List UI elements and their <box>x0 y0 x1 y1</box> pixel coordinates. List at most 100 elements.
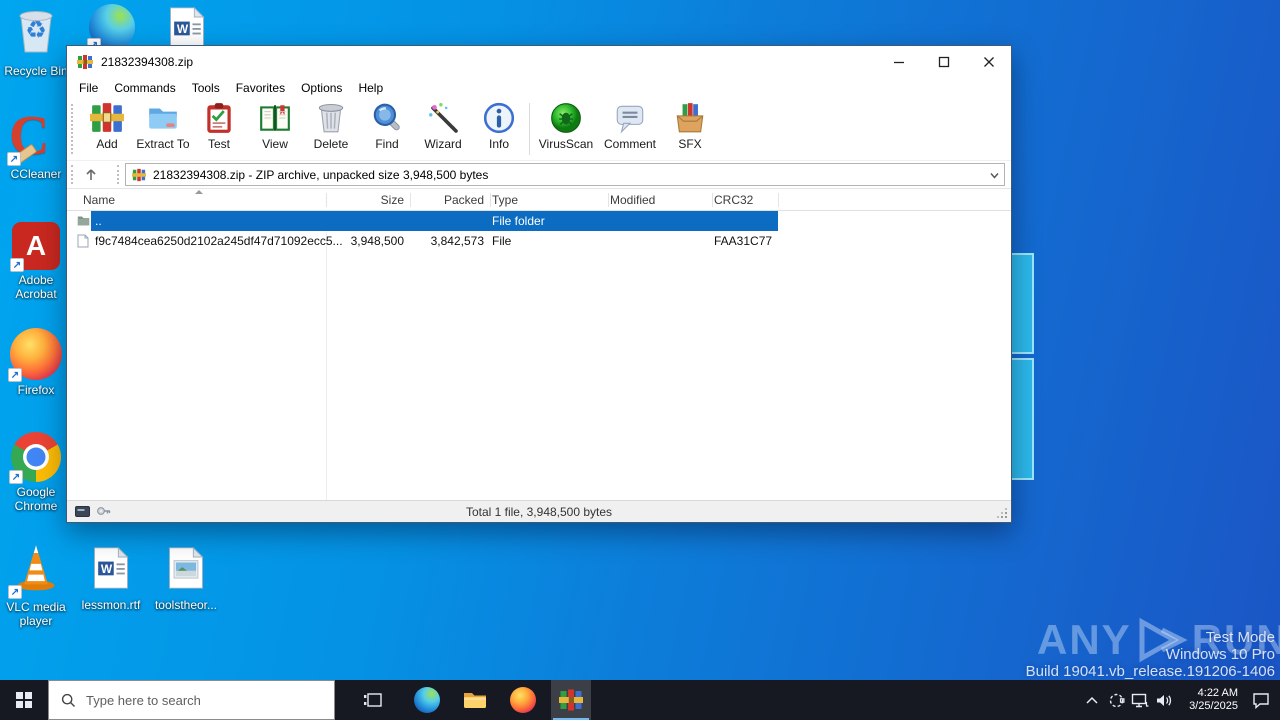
address-grab-handle[interactable] <box>71 165 73 184</box>
taskbar-file-explorer[interactable] <box>455 680 495 720</box>
column-header-type[interactable]: Type <box>492 193 518 207</box>
edge-icon <box>414 687 440 713</box>
comment-button[interactable]: Comment <box>598 101 662 151</box>
tray-chevron-up[interactable] <box>1080 680 1104 720</box>
close-button[interactable] <box>966 46 1011 78</box>
menu-commands[interactable]: Commands <box>106 81 183 95</box>
shortcut-arrow-icon: ↗ <box>9 470 23 484</box>
desktop-icon-firefox[interactable]: ↗ Firefox <box>4 328 68 397</box>
menu-options[interactable]: Options <box>293 81 350 95</box>
svg-text:W: W <box>177 22 189 36</box>
image-file-icon <box>167 546 205 595</box>
watermark-os: Windows 10 Pro <box>1165 646 1275 663</box>
desktop-icon-label: lessmon.rtf <box>81 598 141 612</box>
search-placeholder: Type here to search <box>86 692 201 708</box>
desktop-icon-edge[interactable]: ↗ <box>80 4 144 52</box>
desktop-icon-label: Google Chrome <box>14 485 58 513</box>
menu-help[interactable]: Help <box>350 81 391 95</box>
test-button[interactable]: Test <box>191 101 247 151</box>
chrome-icon: ↗ <box>9 432 61 484</box>
shortcut-arrow-icon: ↗ <box>8 585 22 599</box>
vlc-icon: ↗ <box>8 540 62 599</box>
virusscan-icon <box>551 103 581 133</box>
address-text: 21832394308.zip - ZIP archive, unpacked … <box>153 167 489 182</box>
menu-favorites[interactable]: Favorites <box>228 81 293 95</box>
window-title: 21832394308.zip <box>101 55 194 69</box>
firefox-icon: ↗ <box>8 328 62 382</box>
find-magnifier-icon <box>373 103 400 131</box>
taskbar-firefox[interactable] <box>503 680 543 720</box>
title-bar[interactable]: 21832394308.zip <box>67 46 1011 78</box>
column-header-packed[interactable]: Packed <box>410 193 484 207</box>
tray-app-icon[interactable] <box>1104 680 1128 720</box>
view-book-icon <box>260 105 290 131</box>
up-directory-button[interactable] <box>77 163 105 186</box>
winrar-window: 21832394308.zip File Commands Tools Favo… <box>66 45 1012 523</box>
minimize-button[interactable] <box>876 46 921 78</box>
sfx-button[interactable]: SFX <box>662 101 718 151</box>
resize-grip[interactable] <box>1005 516 1007 518</box>
sfx-box-icon <box>676 103 704 133</box>
windows-logo-icon <box>16 692 32 708</box>
up-arrow-icon <box>86 168 96 180</box>
taskbar-edge[interactable] <box>407 680 447 720</box>
toolbar: Add Extract To Test View Delete Find Wiz… <box>67 98 1011 161</box>
find-button[interactable]: Find <box>359 101 415 151</box>
svg-text:W: W <box>101 562 113 576</box>
column-header-size[interactable]: Size <box>326 193 404 207</box>
taskbar-clock[interactable]: 4:22 AM 3/25/2025 <box>1176 687 1242 713</box>
maximize-button[interactable] <box>921 46 966 78</box>
address-grab-handle[interactable] <box>117 165 119 184</box>
desktop-icon-ccleaner[interactable]: C ↗ CCleaner <box>4 105 68 181</box>
start-button[interactable] <box>0 680 48 720</box>
wizard-button[interactable]: Wizard <box>415 101 471 151</box>
info-button[interactable]: Info <box>471 101 527 151</box>
toolbar-grab-handle[interactable] <box>71 104 73 154</box>
delete-trash-icon <box>318 103 344 133</box>
column-header-name[interactable]: Name <box>83 193 115 207</box>
firefox-icon <box>510 687 536 713</box>
shortcut-arrow-icon: ↗ <box>10 258 24 272</box>
search-icon <box>61 693 75 707</box>
wizard-wand-icon <box>429 103 458 133</box>
chevron-down-icon[interactable] <box>990 172 999 179</box>
archive-icon <box>132 168 146 181</box>
desktop-icon-vlc[interactable]: ↗ VLC media player <box>4 540 68 628</box>
tray-volume[interactable] <box>1152 680 1176 720</box>
desktop: ♻ Recycle Bin C ↗ CCleaner A ↗ Adobe Acr… <box>0 0 1280 720</box>
address-combobox[interactable]: 21832394308.zip - ZIP archive, unpacked … <box>125 163 1005 186</box>
table-row-parent-folder[interactable]: .. File folder <box>67 211 1011 231</box>
delete-button[interactable]: Delete <box>303 101 359 151</box>
column-header-modified[interactable]: Modified <box>610 193 655 207</box>
desktop-icon-toolstheor[interactable]: toolstheor... <box>154 546 218 612</box>
tray-network[interactable] <box>1128 680 1152 720</box>
ccleaner-icon: C ↗ <box>7 105 50 167</box>
desktop-icon-recycle-bin[interactable]: ♻ Recycle Bin <box>4 6 68 78</box>
table-row-file[interactable]: f9c7484cea6250d2102a245df47d71092ecc5...… <box>67 231 1011 251</box>
desktop-icon-google-chrome[interactable]: ↗ Google Chrome <box>4 432 68 513</box>
watermark-build: Build 19041.vb_release.191206-1406 <box>1025 663 1275 680</box>
word-document-icon: W <box>92 546 130 595</box>
desktop-icon-lessmon[interactable]: W lessmon.rtf <box>79 546 143 612</box>
system-tray: 4:22 AM 3/25/2025 <box>1080 680 1280 720</box>
chevron-up-icon <box>1086 696 1098 704</box>
info-icon <box>483 102 515 134</box>
menu-bar: File Commands Tools Favorites Options He… <box>67 78 1011 98</box>
task-view-button[interactable] <box>353 680 393 720</box>
winrar-app-icon <box>77 55 93 69</box>
desktop-icon-label: Recycle Bin <box>4 64 68 78</box>
action-center-button[interactable] <box>1242 680 1280 720</box>
desktop-icon-label: Firefox <box>17 383 55 397</box>
winrar-icon <box>559 689 583 711</box>
view-button[interactable]: View <box>247 101 303 151</box>
menu-tools[interactable]: Tools <box>184 81 228 95</box>
extract-to-button[interactable]: Extract To <box>135 101 191 151</box>
file-list: Name Size Packed Type Modified CRC32 .. … <box>67 189 1011 500</box>
taskbar-search[interactable]: Type here to search <box>48 680 335 720</box>
desktop-icon-adobe-acrobat[interactable]: A ↗ Adobe Acrobat <box>4 222 68 301</box>
virusscan-button[interactable]: VirusScan <box>534 101 598 151</box>
column-header-crc32[interactable]: CRC32 <box>714 193 753 207</box>
taskbar-winrar-active[interactable] <box>551 680 591 720</box>
menu-file[interactable]: File <box>71 81 106 95</box>
add-button[interactable]: Add <box>79 101 135 151</box>
